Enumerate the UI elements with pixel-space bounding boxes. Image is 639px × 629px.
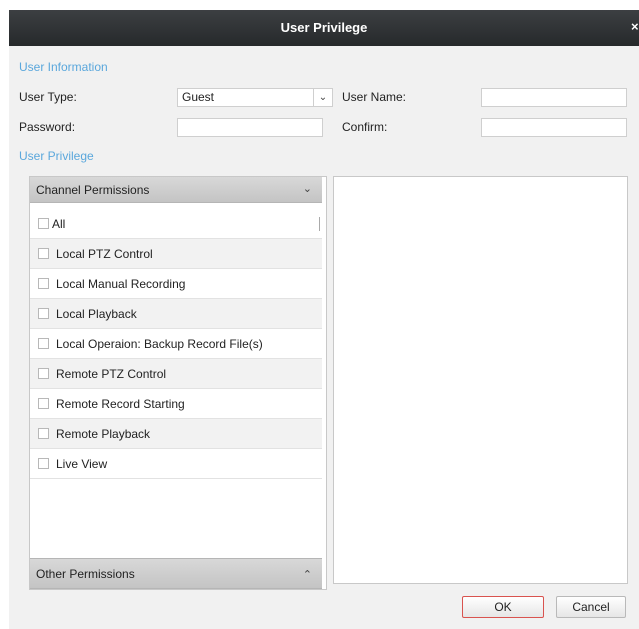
dialog-title: User Privilege (280, 20, 368, 35)
list-item[interactable]: Remote Record Starting (30, 389, 322, 419)
permission-label: Remote PTZ Control (56, 367, 167, 381)
checkbox-all[interactable] (38, 218, 49, 229)
permission-label: Remote Record Starting (56, 397, 185, 411)
section-user-privilege: User Privilege (19, 149, 94, 163)
chevron-down-icon[interactable]: ⌄ (303, 182, 312, 195)
checkbox[interactable] (38, 458, 49, 469)
user-name-label: User Name: (342, 90, 407, 104)
list-item-all[interactable]: All (30, 209, 322, 239)
privilege-detail-panel (333, 176, 628, 584)
checkbox[interactable] (38, 398, 49, 409)
password-label: Password: (19, 120, 76, 134)
list-item[interactable]: Remote Playback (30, 419, 322, 449)
list-item[interactable]: Local Playback (30, 299, 322, 329)
other-permissions-header[interactable]: Other Permissions ⌃ (30, 558, 322, 589)
checkbox[interactable] (38, 278, 49, 289)
permission-label: Local PTZ Control (56, 247, 153, 261)
user-type-select[interactable]: Guest ⌄ (177, 88, 333, 107)
chevron-up-icon[interactable]: ⌃ (303, 568, 312, 581)
all-label: All (52, 217, 66, 231)
user-type-label: User Type: (19, 90, 77, 104)
cancel-button[interactable]: Cancel (556, 596, 626, 618)
list-item[interactable]: Local Manual Recording (30, 269, 322, 299)
ok-button[interactable]: OK (462, 596, 544, 618)
permission-label: Local Playback (56, 307, 137, 321)
checkbox[interactable] (38, 248, 49, 259)
permission-label: Remote Playback (56, 427, 151, 441)
chevron-down-icon[interactable]: ⌄ (313, 89, 332, 106)
scrollbar-thumb[interactable] (319, 217, 320, 231)
list-item[interactable]: Remote PTZ Control (30, 359, 322, 389)
list-item[interactable]: Local Operaion: Backup Record File(s) (30, 329, 322, 359)
list-item[interactable]: Local PTZ Control (30, 239, 322, 269)
other-permissions-title: Other Permissions (36, 567, 135, 581)
checkbox[interactable] (38, 308, 49, 319)
checkbox[interactable] (38, 338, 49, 349)
permissions-panel: Channel Permissions ⌄ All Local PTZ Cont… (29, 176, 327, 590)
list-item[interactable]: Live View (30, 449, 322, 479)
section-user-information: User Information (19, 60, 108, 74)
close-icon[interactable]: × (631, 19, 639, 34)
confirm-input[interactable] (481, 118, 627, 137)
checkbox[interactable] (38, 428, 49, 439)
permission-label: Live View (56, 457, 108, 471)
password-input[interactable] (177, 118, 323, 137)
permission-label: Local Manual Recording (56, 277, 186, 291)
confirm-label: Confirm: (342, 120, 388, 134)
user-privilege-dialog: User Privilege × User Information User T… (9, 10, 639, 629)
user-name-input[interactable] (481, 88, 627, 107)
channel-permissions-header[interactable]: Channel Permissions ⌄ (30, 177, 322, 203)
title-bar: User Privilege × (9, 10, 639, 46)
checkbox[interactable] (38, 368, 49, 379)
user-type-value: Guest (182, 90, 215, 104)
permission-label: Local Operaion: Backup Record File(s) (56, 337, 263, 351)
channel-permissions-title: Channel Permissions (36, 183, 150, 197)
